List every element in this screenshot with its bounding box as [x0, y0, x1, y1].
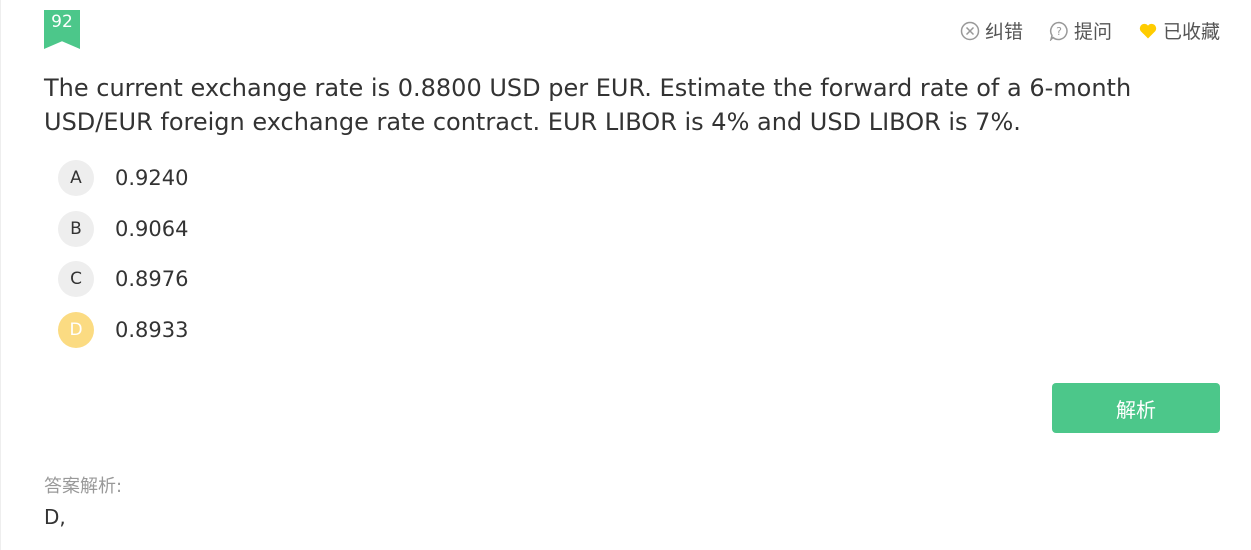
- favorite-label: 已收藏: [1162, 21, 1220, 43]
- favorite-button[interactable]: 已收藏: [1138, 17, 1220, 44]
- heart-icon: [1139, 23, 1157, 38]
- report-error-label: 纠错: [984, 21, 1023, 43]
- question-bubble-icon: ?: [1049, 21, 1068, 41]
- question-number: 92: [51, 12, 73, 32]
- circle-x-icon: [960, 21, 980, 40]
- option-letter: C: [58, 261, 94, 297]
- option-c[interactable]: C 0.8976: [58, 261, 188, 297]
- question-card: 92 纠错 ? 提问 已收藏 The current exchange rate…: [0, 0, 1251, 550]
- option-a[interactable]: A 0.9240: [58, 160, 188, 196]
- option-b[interactable]: B 0.9064: [58, 210, 189, 247]
- option-text: 0.8976: [115, 267, 189, 291]
- options-list: A 0.9240 B 0.9064 C 0.8976 D 0.8933: [58, 160, 188, 362]
- option-letter: B: [58, 210, 94, 247]
- option-text: 0.8933: [115, 317, 189, 342]
- option-text: 0.9064: [115, 216, 189, 241]
- option-text: 0.9240: [115, 166, 189, 190]
- report-error-button[interactable]: 纠错: [960, 17, 1023, 44]
- question-text: The current exchange rate is 0.8800 USD …: [44, 74, 1132, 136]
- header-actions: 纠错 ? 提问 已收藏: [934, 17, 1220, 44]
- analyze-button[interactable]: 解析: [1052, 383, 1220, 433]
- svg-text:?: ?: [1056, 25, 1062, 38]
- option-letter: A: [58, 160, 94, 196]
- analysis-label: 答案解析:: [44, 476, 123, 497]
- question-number-badge: 92: [44, 10, 80, 49]
- analysis-text: D,: [44, 505, 66, 529]
- option-letter-selected: D: [58, 311, 94, 348]
- ask-question-label: 提问: [1073, 21, 1112, 43]
- option-d[interactable]: D 0.8933: [58, 311, 189, 348]
- ask-question-button[interactable]: ? 提问: [1049, 17, 1112, 44]
